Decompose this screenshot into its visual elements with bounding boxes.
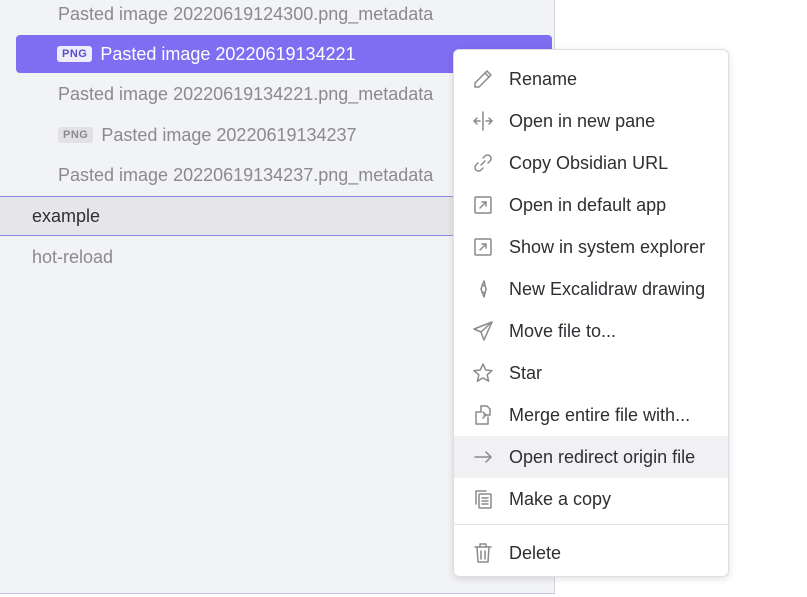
menu-item-show-in-system-explorer[interactable]: Show in system explorer xyxy=(454,226,728,268)
file-item-label: Pasted image 20220619134237.png_metadata xyxy=(58,164,434,185)
file-item-label: Pasted image 20220619134237 xyxy=(101,124,357,145)
menu-item-merge-entire-file-with[interactable]: Merge entire file with... xyxy=(454,394,728,436)
menu-item-label: Merge entire file with... xyxy=(509,404,691,425)
file-item-label: Pasted image 20220619134221.png_metadata xyxy=(58,83,434,104)
file-type-badge: PNG xyxy=(57,46,93,62)
file-item-label: Pasted image 20220619134221 xyxy=(100,43,356,64)
menu-item-label: New Excalidraw drawing xyxy=(509,278,706,299)
menu-item-label: Rename xyxy=(509,68,578,89)
menu-item-label: Open redirect origin file xyxy=(509,446,696,467)
arrow-right-icon xyxy=(472,446,494,468)
merge-icon xyxy=(472,404,494,426)
external-link-icon xyxy=(472,194,494,216)
folder-item-hot-reload[interactable]: hot-reload xyxy=(0,237,113,277)
menu-item-label: Copy Obsidian URL xyxy=(509,152,669,173)
link-icon xyxy=(472,152,494,174)
paper-plane-icon xyxy=(472,320,494,342)
menu-item-make-a-copy[interactable]: Make a copy xyxy=(454,478,728,520)
folder-item-label: hot-reload xyxy=(32,246,114,267)
folder-item-label: example xyxy=(32,205,101,226)
file-item-metadata-134221[interactable]: Pasted image 20220619134221.png_metadata xyxy=(0,74,433,114)
menu-item-open-in-new-pane[interactable]: Open in new pane xyxy=(454,100,728,142)
menu-item-move-file-to[interactable]: Move file to... xyxy=(454,310,728,352)
menu-item-label: Make a copy xyxy=(509,488,612,509)
excalidraw-icon xyxy=(472,278,494,300)
menu-item-rename[interactable]: Rename xyxy=(454,58,728,100)
menu-item-label: Delete xyxy=(509,542,562,563)
file-item-metadata-124300[interactable]: Pasted image 20220619124300.png_metadata xyxy=(0,0,433,34)
menu-item-label: Star xyxy=(509,362,543,383)
menu-item-delete[interactable]: Delete xyxy=(454,532,728,574)
menu-item-label: Show in system explorer xyxy=(509,236,706,257)
context-menu: Rename Open in new pane Copy Obsidian UR… xyxy=(453,49,729,577)
menu-item-label: Open in default app xyxy=(509,194,667,215)
menu-item-new-excalidraw-drawing[interactable]: New Excalidraw drawing xyxy=(454,268,728,310)
file-item-label: Pasted image 20220619124300.png_metadata xyxy=(58,3,434,24)
menu-item-open-redirect-origin-file[interactable]: Open redirect origin file xyxy=(454,436,728,478)
file-item-png-134237[interactable]: PNG Pasted image 20220619134237 xyxy=(0,115,357,155)
menu-item-label: Move file to... xyxy=(509,320,617,341)
menu-item-label: Open in new pane xyxy=(509,110,656,131)
menu-item-copy-obsidian-url[interactable]: Copy Obsidian URL xyxy=(454,142,728,184)
menu-item-open-in-default-app[interactable]: Open in default app xyxy=(454,184,728,226)
file-type-badge: PNG xyxy=(58,127,94,143)
star-icon xyxy=(472,362,494,384)
file-item-metadata-134237[interactable]: Pasted image 20220619134237.png_metadata xyxy=(0,155,433,195)
trash-icon xyxy=(472,542,494,564)
pencil-icon xyxy=(472,68,494,90)
external-link-icon xyxy=(472,236,494,258)
split-pane-icon xyxy=(472,110,494,132)
menu-separator xyxy=(454,524,728,525)
copy-icon xyxy=(472,488,494,510)
menu-item-star[interactable]: Star xyxy=(454,352,728,394)
